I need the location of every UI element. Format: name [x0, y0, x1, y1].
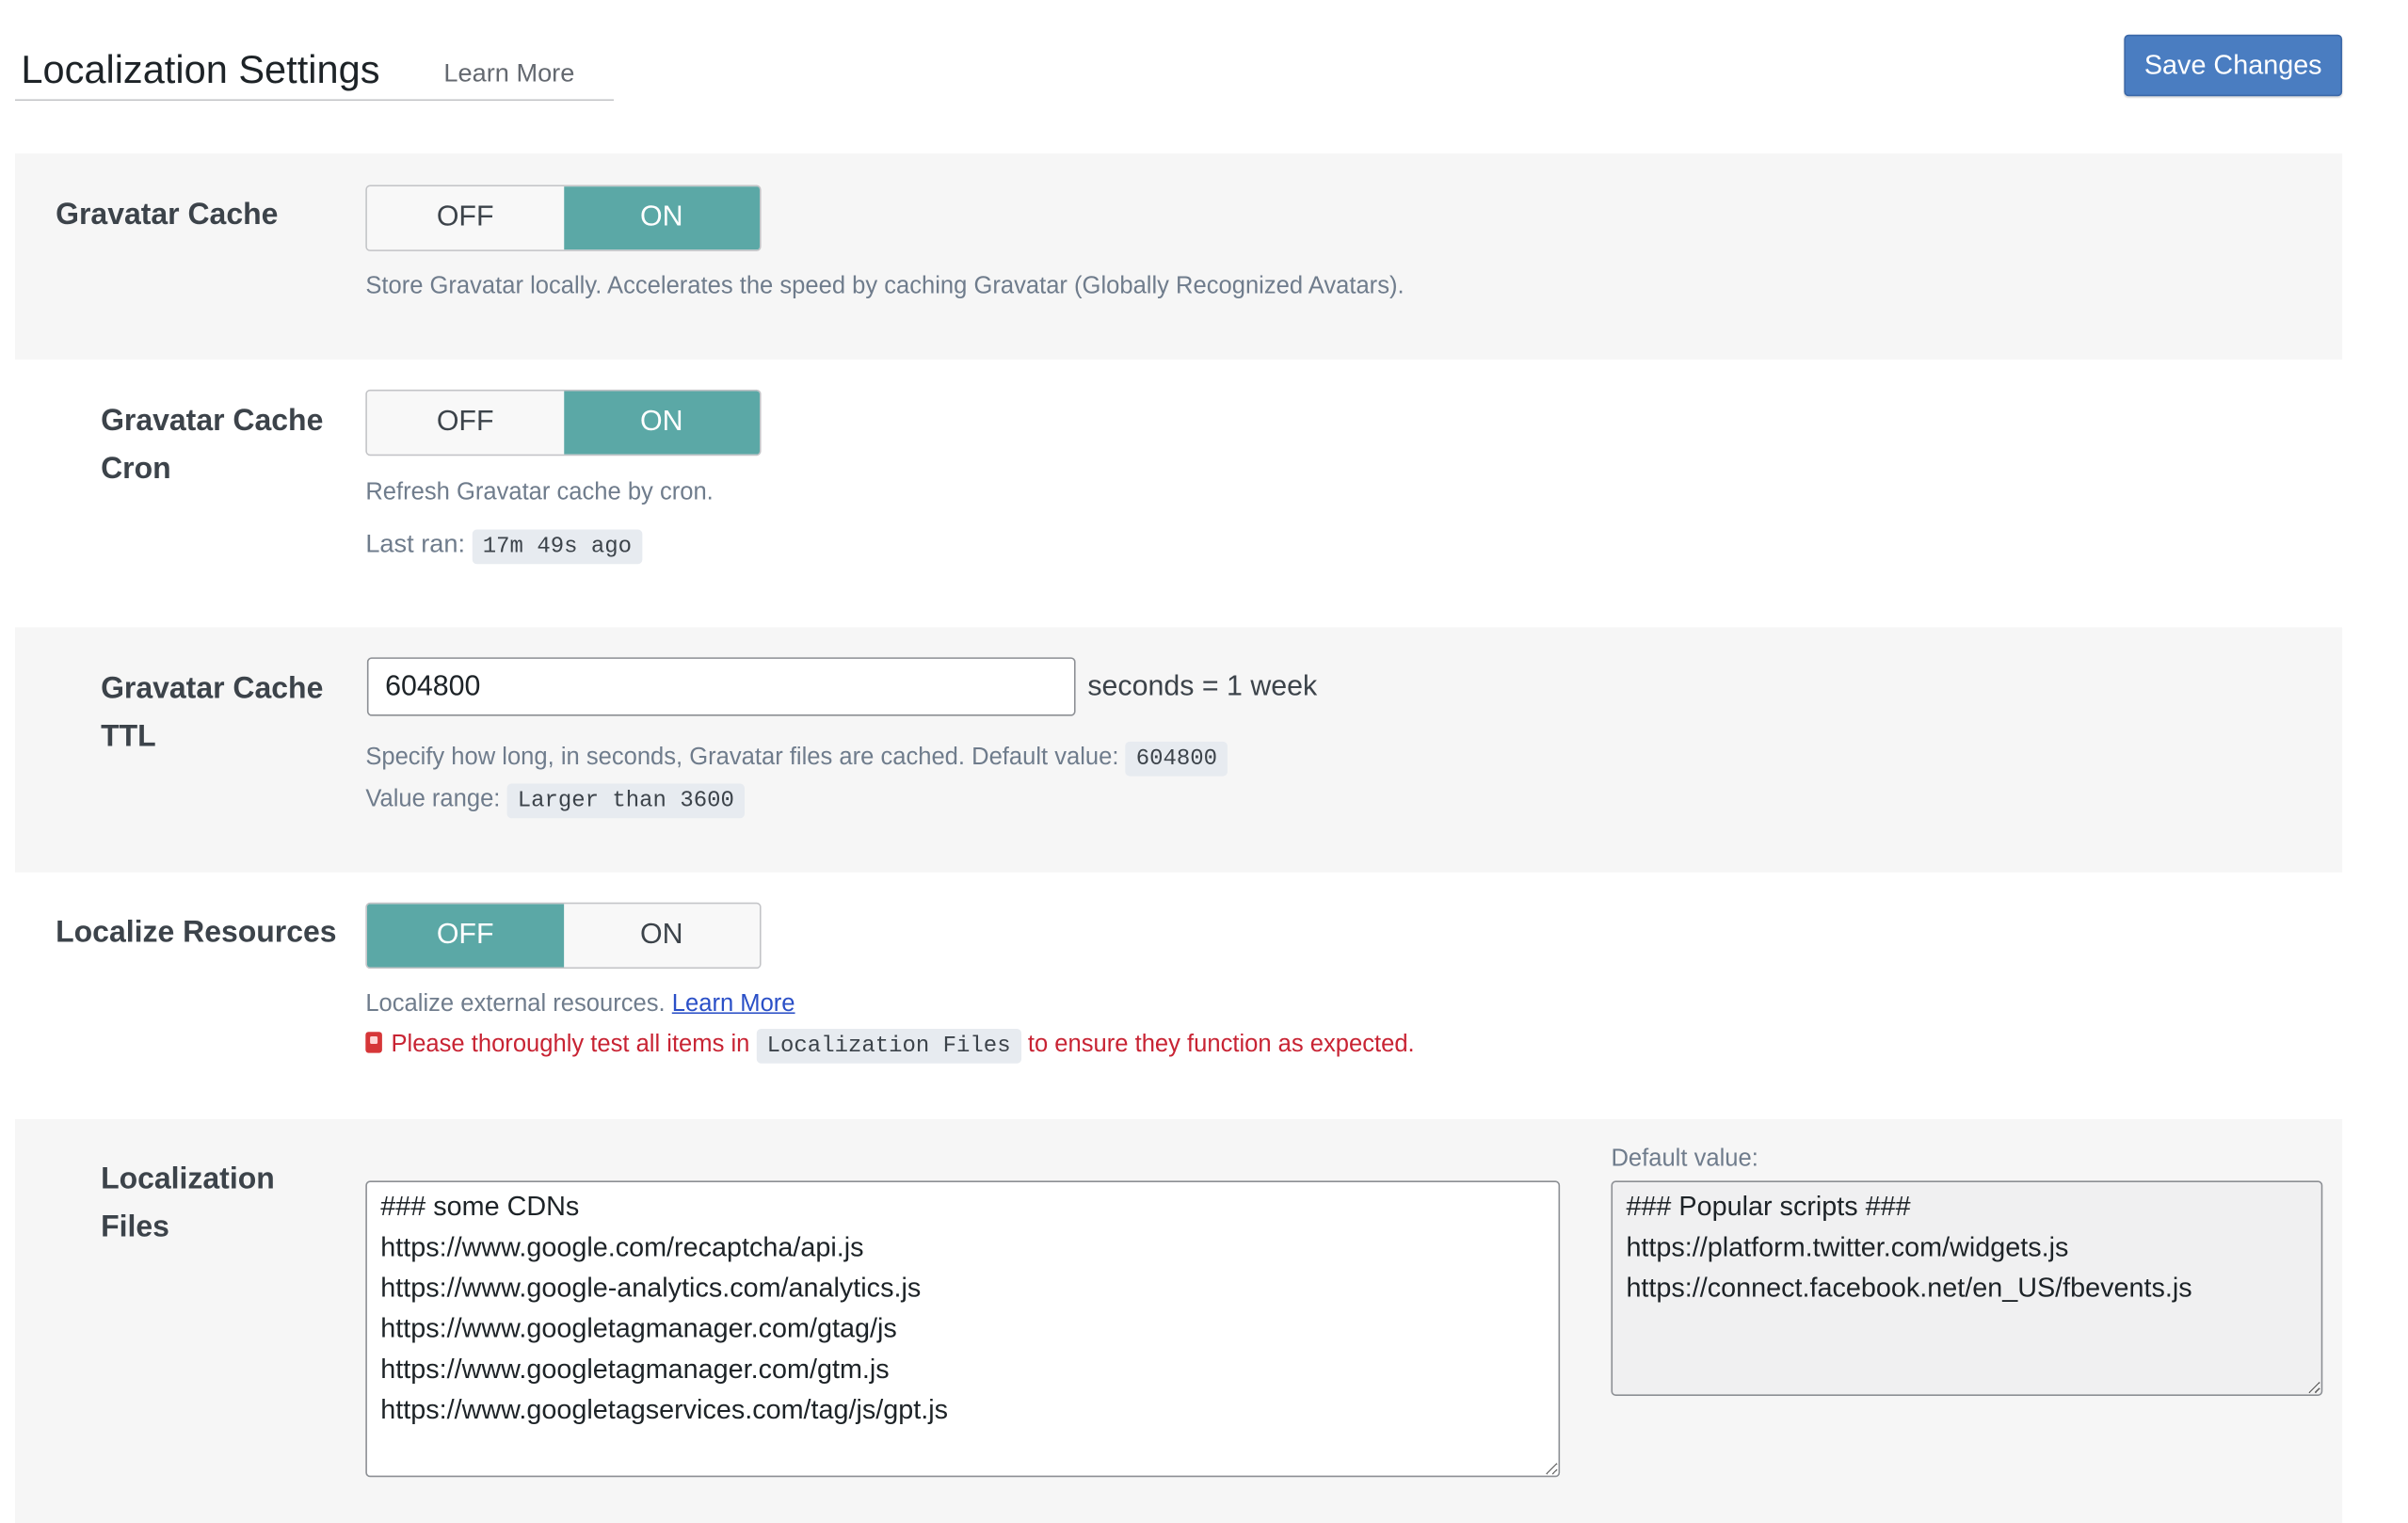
gravatar-cache-cron-on-option[interactable]: ON	[563, 391, 760, 455]
ttl-unit-text: seconds = 1 week	[1087, 670, 1318, 703]
warning-code: Localization Files	[756, 1029, 1021, 1064]
last-ran-value: 17m 49s ago	[472, 529, 643, 565]
localization-file-line: https://www.googletagservices.com/tag/js…	[380, 1394, 949, 1425]
page-title: Localization Settings	[21, 46, 380, 92]
warning-icon	[365, 1032, 382, 1053]
ttl-description: Specify how long, in seconds, Gravatar f…	[365, 741, 1228, 777]
gravatar-cache-ttl-row: Gravatar Cache TTL seconds = 1 week Spec…	[14, 627, 2343, 873]
gravatar-cache-on-option[interactable]: ON	[563, 186, 760, 250]
gravatar-cache-cron-label-line2: Cron	[101, 452, 171, 487]
localization-files-row: Localization Files ### some CDNs https:/…	[14, 1118, 2343, 1523]
localize-resources-warning: Please thoroughly test all items in Loca…	[365, 1029, 1415, 1064]
gravatar-cache-off-option[interactable]: OFF	[366, 186, 564, 250]
localize-resources-learn-more-link[interactable]: Learn More	[672, 991, 795, 1017]
gravatar-cache-cron-off-option[interactable]: OFF	[366, 391, 564, 455]
default-file-line: https://platform.twitter.com/widgets.js	[1626, 1231, 2069, 1262]
gravatar-cache-ttl-label-line2: TTL	[101, 720, 156, 754]
ttl-value-range: Value range: Larger than 3600	[365, 783, 746, 819]
gravatar-cache-toggle: OFF ON	[365, 184, 762, 251]
localize-resources-row: Localize Resources OFF ON Localize exter…	[15, 873, 2342, 1119]
localization-files-label-line1: Localization	[101, 1162, 275, 1196]
localize-resources-on-option[interactable]: ON	[563, 904, 760, 968]
settings-page: Localization Settings Learn More Save Ch…	[0, 0, 2407, 1523]
default-file-line: https://connect.facebook.net/en_US/fbeve…	[1626, 1272, 2192, 1303]
gravatar-cache-ttl-label-line1: Gravatar Cache	[101, 672, 324, 706]
default-value-textarea[interactable]: ### Popular scripts ### https://platform…	[1611, 1180, 2323, 1396]
localization-file-line: ### some CDNs	[380, 1191, 580, 1222]
ttl-default-value: 604800	[1125, 741, 1228, 777]
localization-file-line: https://www.google-analytics.com/analyti…	[380, 1272, 922, 1303]
ttl-range-value: Larger than 3600	[506, 783, 746, 819]
localize-resources-description: Localize external resources. Learn More	[365, 991, 795, 1018]
gravatar-cache-cron-toggle: OFF ON	[365, 389, 762, 457]
localize-resources-description-text: Localize external resources.	[365, 991, 666, 1018]
last-ran-label: Last ran:	[365, 529, 466, 558]
learn-more-tab[interactable]: Learn More	[443, 58, 574, 88]
ttl-range-label: Value range:	[365, 786, 501, 812]
gravatar-cache-cron-label-line1: Gravatar Cache	[101, 404, 324, 439]
localization-files-label-line2: Files	[101, 1210, 169, 1244]
localize-resources-off-option[interactable]: OFF	[366, 904, 564, 968]
gravatar-cache-ttl-label: Gravatar Cache TTL	[101, 665, 323, 761]
gravatar-cache-description: Store Gravatar locally. Accelerates the …	[365, 273, 1405, 300]
ttl-description-text: Specify how long, in seconds, Gravatar f…	[365, 745, 1119, 771]
last-ran-status: Last ran: 17m 49s ago	[365, 529, 643, 565]
save-changes-button[interactable]: Save Changes	[2124, 34, 2343, 97]
gravatar-cache-ttl-input[interactable]	[366, 657, 1076, 716]
default-file-line: ### Popular scripts ###	[1626, 1191, 1911, 1222]
localization-file-line: https://www.googletagmanager.com/gtag/js	[380, 1313, 897, 1344]
localization-files-label: Localization Files	[101, 1155, 275, 1251]
gravatar-cache-cron-row: Gravatar Cache Cron OFF ON Refresh Grava…	[15, 360, 2342, 627]
warning-suffix: to ensure they function as expected.	[1027, 1032, 1415, 1058]
localize-resources-label: Localize Resources	[56, 916, 337, 950]
gravatar-cache-label: Gravatar Cache	[56, 198, 279, 232]
default-value-label: Default value:	[1611, 1146, 1758, 1172]
localize-resources-toggle: OFF ON	[365, 902, 762, 970]
gravatar-cache-row: Gravatar Cache OFF ON Store Gravatar loc…	[14, 152, 2343, 360]
gravatar-cache-cron-description: Refresh Gravatar cache by cron.	[365, 479, 714, 505]
gravatar-cache-cron-label: Gravatar Cache Cron	[101, 397, 323, 493]
localization-files-textarea[interactable]: ### some CDNs https://www.google.com/rec…	[365, 1180, 1561, 1478]
localization-file-line: https://www.googletagmanager.com/gtm.js	[380, 1354, 890, 1385]
warning-prefix: Please thoroughly test all items in	[391, 1032, 750, 1058]
page-header: Localization Settings Learn More	[14, 42, 614, 102]
localization-file-line: https://www.google.com/recaptcha/api.js	[380, 1231, 864, 1262]
